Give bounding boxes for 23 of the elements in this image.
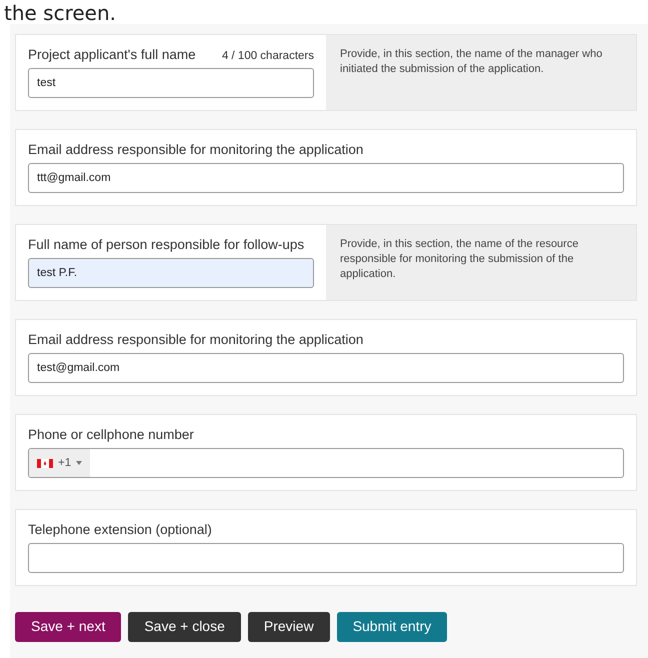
text-field[interactable] xyxy=(28,543,624,573)
help-text: Provide, in this section, the name of the manager who initiated the submission of the application. xyxy=(326,35,636,110)
page-heading: the screen. xyxy=(4,2,116,24)
field-label: Project applicant's full name xyxy=(28,47,196,62)
field-label: Email address responsible for monitoring the application xyxy=(28,142,364,157)
action-button[interactable]: Preview xyxy=(248,612,330,642)
action-button[interactable]: Save + next xyxy=(15,612,122,642)
text-field[interactable]: test xyxy=(28,68,314,98)
text-field[interactable]: test@gmail.com xyxy=(28,353,624,383)
field-label: Telephone extension (optional) xyxy=(28,522,212,537)
caret-icon xyxy=(76,461,82,465)
phone-field[interactable]: +1 xyxy=(28,448,624,478)
field-label: Phone or cellphone number xyxy=(28,427,194,442)
field-label: Full name of person responsible for follow-ups xyxy=(28,237,304,252)
flag-icon xyxy=(37,458,53,468)
character-counter: 4 / 100 characters xyxy=(222,50,314,62)
field-label: Email address responsible for monitoring the application xyxy=(28,332,364,347)
text-field[interactable]: test P.F. xyxy=(28,258,314,288)
help-text: Provide, in this section, the name of the resource responsible for monitoring the submission of the application. xyxy=(326,225,636,300)
country-code-select[interactable]: +1 xyxy=(29,449,90,477)
action-button[interactable]: Submit entry xyxy=(336,612,448,642)
text-field[interactable]: ttt@gmail.com xyxy=(28,163,624,193)
action-button[interactable]: Save + close xyxy=(128,612,241,642)
